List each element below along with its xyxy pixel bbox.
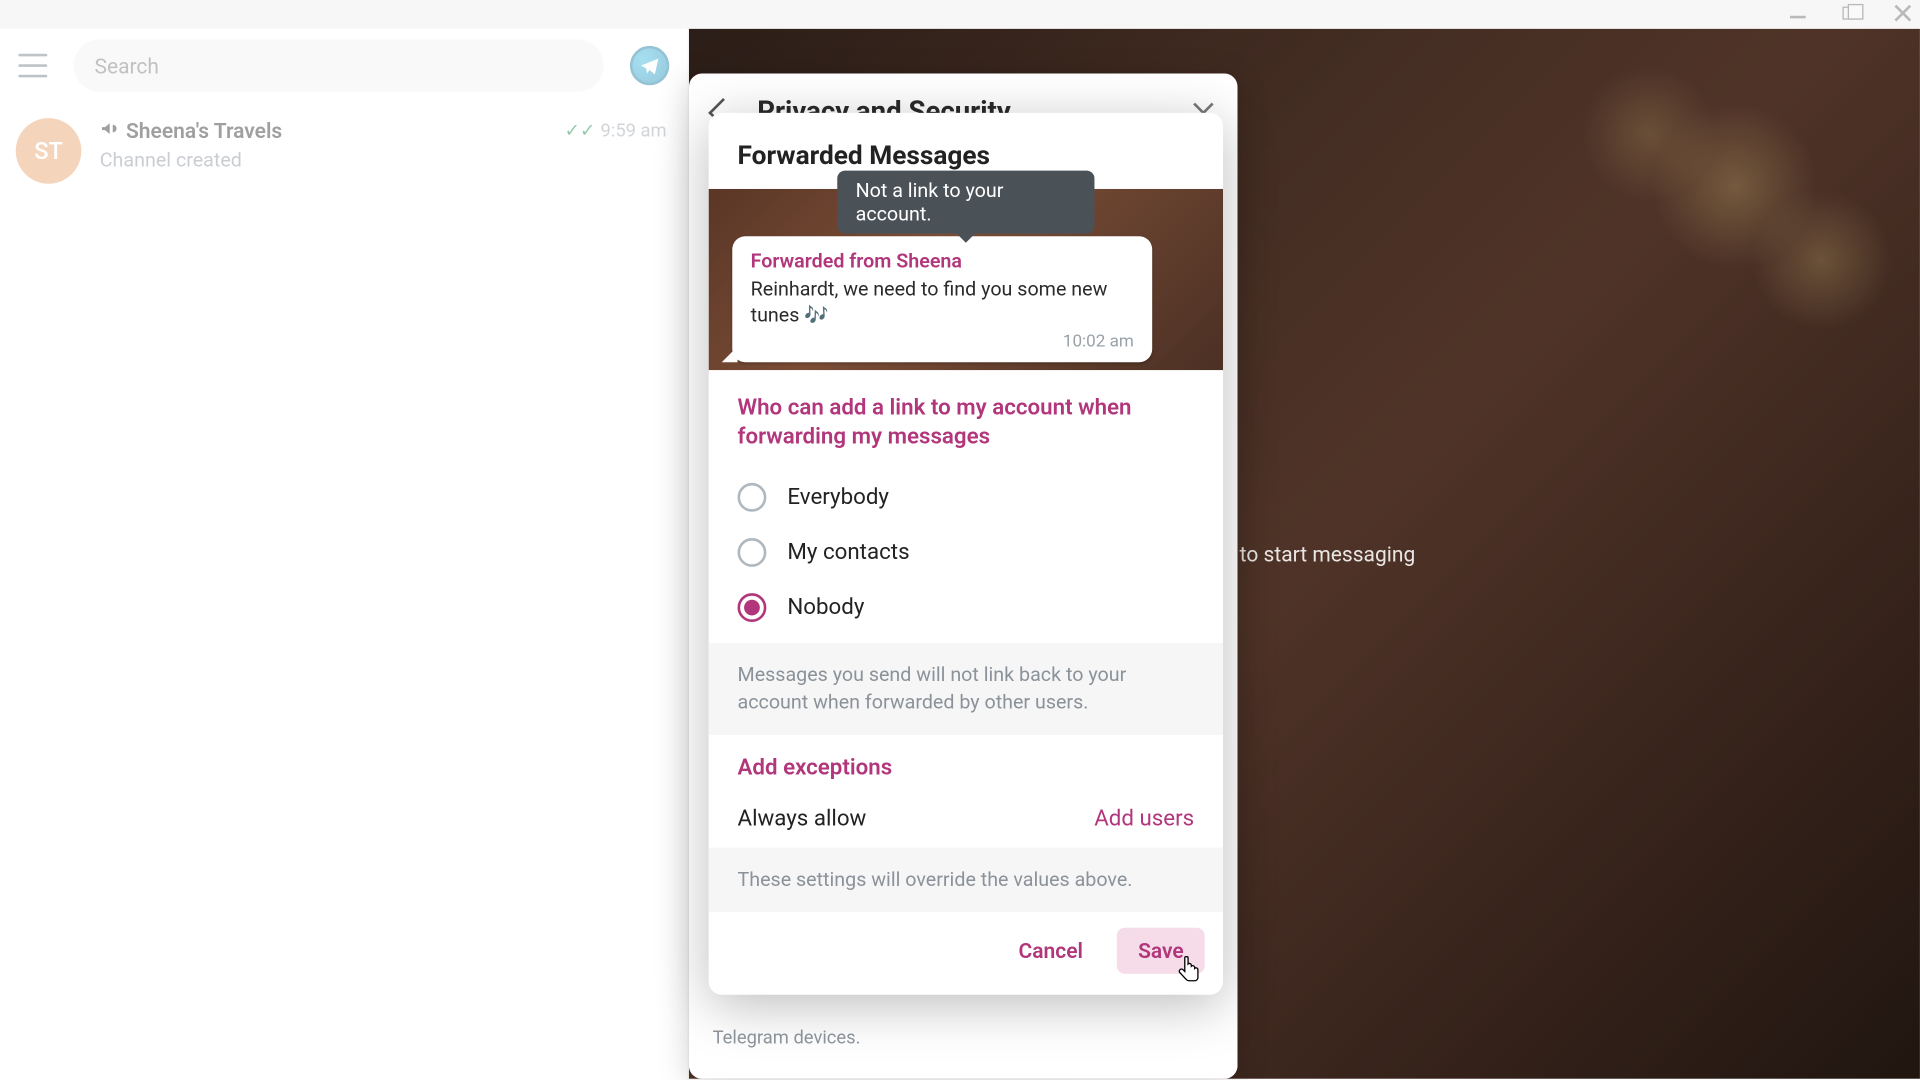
window-close-icon[interactable]: [1894, 5, 1912, 23]
chat-list-item[interactable]: ST Sheena's Travels ✓✓ 9:59 am Channel c…: [0, 102, 688, 199]
message-bubble: Forwarded from Sheena Reinhardt, we need…: [732, 236, 1152, 361]
radio-icon: [738, 538, 767, 567]
exception-row: Always allow Add users: [709, 790, 1223, 848]
radio-option-my-contacts[interactable]: My contacts: [738, 525, 1195, 580]
window-titlebar: [0, 0, 1920, 29]
forwarded-from-label: Forwarded from Sheena: [751, 249, 1134, 273]
radio-option-everybody[interactable]: Everybody: [738, 470, 1195, 525]
menu-icon[interactable]: [18, 54, 47, 78]
delivered-checks-icon: ✓✓: [564, 120, 595, 141]
preview-tooltip: Not a link to your account.: [837, 171, 1094, 234]
cancel-button[interactable]: Cancel: [998, 928, 1104, 974]
forward-preview: Not a link to your account. Forwarded fr…: [709, 189, 1223, 370]
settings-footer-text: Telegram devices.: [713, 1025, 1214, 1053]
radio-label: Everybody: [787, 484, 889, 510]
search-input[interactable]: [94, 53, 582, 78]
forwarded-messages-modal: Forwarded Messages Not a link to your ac…: [709, 113, 1223, 995]
chat-title: Sheena's Travels: [100, 118, 282, 143]
window-controls: [1789, 5, 1912, 23]
message-time: 10:02 am: [751, 331, 1134, 351]
window-minimize-icon[interactable]: [1789, 5, 1807, 23]
chat-subtitle: Channel created: [100, 148, 667, 172]
search-field[interactable]: [73, 39, 603, 91]
radio-label: My contacts: [787, 539, 909, 565]
modal-title: Forwarded Messages: [738, 139, 1195, 170]
chat-time: 9:59 am: [601, 120, 667, 141]
radio-icon: [738, 483, 767, 512]
telegram-logo-icon[interactable]: [630, 46, 669, 85]
add-users-link[interactable]: Add users: [1094, 806, 1194, 832]
cursor-icon: [1177, 954, 1203, 985]
left-sidebar: ST Sheena's Travels ✓✓ 9:59 am Channel c…: [0, 29, 689, 1079]
radio-icon: [738, 593, 767, 622]
window-maximize-icon[interactable]: [1841, 5, 1859, 23]
exception-label: Always allow: [738, 806, 867, 832]
radio-label: Nobody: [787, 594, 864, 620]
message-text: Reinhardt, we need to find you some new …: [751, 276, 1134, 329]
chat-title-text: Sheena's Travels: [126, 118, 282, 143]
exceptions-title: Add exceptions: [738, 753, 1195, 782]
avatar: ST: [16, 118, 82, 184]
radio-option-nobody[interactable]: Nobody: [738, 580, 1195, 635]
exceptions-info-text: These settings will override the values …: [709, 848, 1223, 912]
section-title: Who can add a link to my account when fo…: [738, 393, 1195, 451]
option-info-text: Messages you send will not link back to …: [709, 643, 1223, 735]
channel-icon: [100, 118, 118, 143]
